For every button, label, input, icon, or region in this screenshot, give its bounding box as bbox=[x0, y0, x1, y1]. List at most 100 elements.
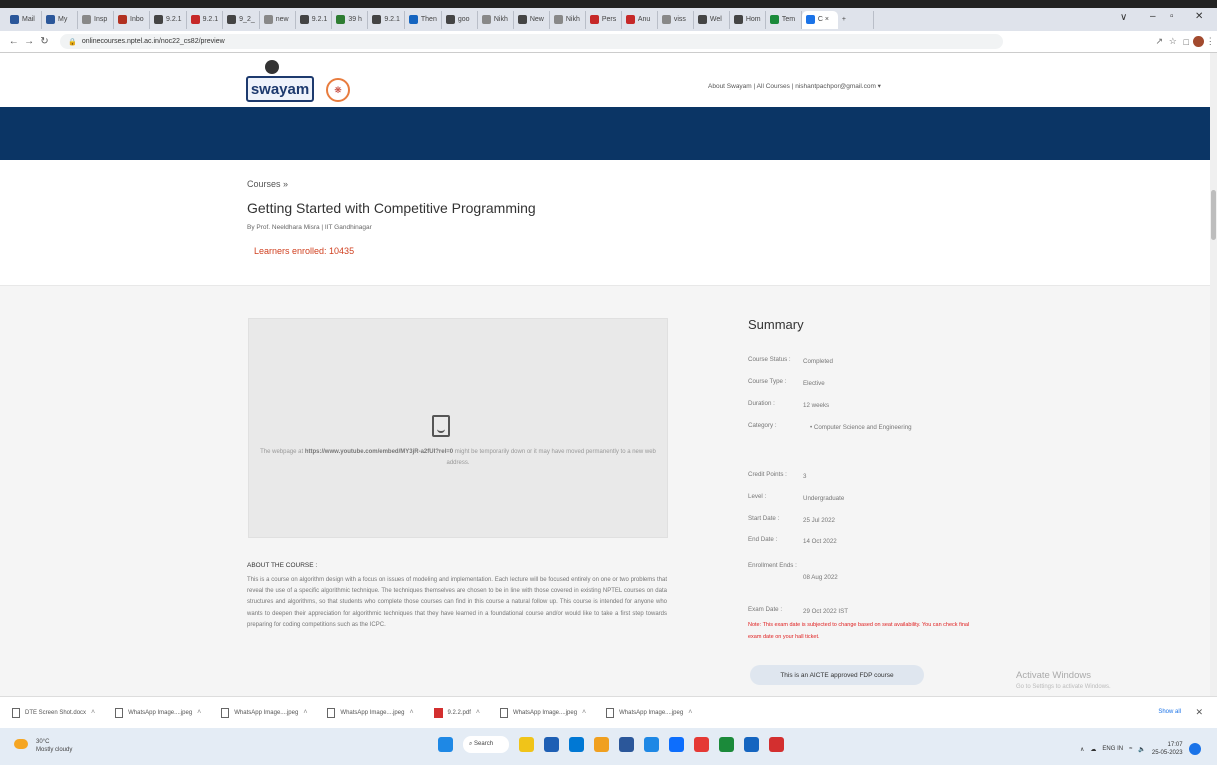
summary-value: • Computer Science and Engineering bbox=[810, 424, 912, 431]
browser-tab[interactable]: 9_2_ bbox=[223, 10, 260, 29]
notification-icon[interactable] bbox=[1188, 743, 1201, 755]
download-item[interactable]: WhatsApp Image....jpeg ˄ bbox=[327, 707, 414, 718]
download-item[interactable]: WhatsApp Image....jpeg ˄ bbox=[606, 707, 692, 718]
taskbar-app-icon[interactable] bbox=[744, 737, 759, 752]
windows-start-icon[interactable] bbox=[438, 737, 453, 752]
clock-date: 25-05-2023 bbox=[1151, 750, 1183, 756]
download-bar: DTE Screen Shot.docx ˄ WhatsApp Image....j… bbox=[0, 696, 1217, 728]
browser-tab[interactable]: Mail bbox=[6, 10, 42, 29]
taskbar-app-icon[interactable] bbox=[569, 737, 584, 752]
browser-tab[interactable]: goo bbox=[442, 10, 478, 29]
language-indicator[interactable]: ENG IN bbox=[1102, 746, 1123, 752]
taskbar-app-icon[interactable] bbox=[719, 737, 734, 752]
video-embed[interactable] bbox=[248, 318, 668, 538]
file-icon bbox=[500, 707, 508, 718]
file-icon bbox=[221, 707, 230, 718]
browser-tab[interactable]: Tem bbox=[766, 10, 802, 29]
page-title: Getting Started with Competitive Program… bbox=[247, 200, 536, 216]
swayam-logo[interactable]: swayam bbox=[246, 76, 314, 102]
close-download-bar-icon[interactable]: ✕ bbox=[1195, 707, 1203, 718]
browser-tab[interactable]: Inbo bbox=[114, 10, 150, 29]
minimize-icon[interactable]: – bbox=[1150, 11, 1156, 22]
tab-label: 9.2.1 bbox=[202, 16, 219, 23]
page-scrollbar[interactable] bbox=[1210, 53, 1217, 696]
new-tab-button[interactable]: + bbox=[838, 10, 874, 29]
download-item[interactable]: 9.2.2.pdf ˄ bbox=[433, 707, 480, 718]
browser-tab[interactable]: 9.2.1 bbox=[296, 10, 333, 29]
profile-avatar[interactable] bbox=[1192, 36, 1204, 47]
show-all-button[interactable]: Show all bbox=[1158, 709, 1181, 715]
taskbar-app-icon[interactable] bbox=[594, 737, 609, 752]
browser-tab[interactable]: Nikh bbox=[550, 10, 586, 29]
chevron-up-icon[interactable]: ˄ bbox=[582, 709, 586, 716]
taskbar-search[interactable]: ⌕ Search bbox=[463, 736, 509, 753]
tab-label: 39 h bbox=[348, 16, 362, 23]
share-icon[interactable]: ↗ bbox=[1153, 36, 1166, 47]
taskbar-app-icon[interactable] bbox=[544, 737, 559, 752]
browser-tab-active[interactable]: C × bbox=[801, 10, 838, 29]
browser-tab[interactable]: 39 h bbox=[332, 10, 369, 29]
taskbar-app-icon[interactable] bbox=[644, 737, 659, 752]
summary-key: Duration : bbox=[748, 400, 775, 407]
tab-favicon-icon bbox=[517, 15, 527, 24]
maximize-icon[interactable]: ▫ bbox=[1170, 11, 1174, 22]
back-icon[interactable]: ← bbox=[6, 36, 21, 47]
clock[interactable]: 17:07 25-05-2023 bbox=[1152, 741, 1183, 757]
exam-note: Note: This exam date is subjected to cha… bbox=[748, 622, 970, 640]
close-window-icon[interactable]: ✕ bbox=[1195, 11, 1203, 22]
browser-tab[interactable]: Then bbox=[405, 10, 442, 29]
summary-key: Start Date : bbox=[748, 515, 780, 522]
taskbar-app-icon[interactable] bbox=[669, 737, 684, 752]
browser-tab[interactable]: Insp bbox=[78, 10, 114, 29]
browser-tab[interactable]: new bbox=[260, 10, 296, 29]
chevron-up-icon[interactable]: ˄ bbox=[91, 709, 95, 716]
tray-cloud-icon[interactable]: ☁ bbox=[1090, 746, 1096, 753]
summary-key: Enrollment Ends : bbox=[748, 562, 797, 569]
chevron-up-icon[interactable]: ˄ bbox=[197, 709, 201, 716]
browser-tab[interactable]: New bbox=[514, 10, 550, 29]
summary-value: 14 Oct 2022 bbox=[803, 538, 837, 545]
tab-favicon-icon bbox=[336, 15, 346, 24]
breadcrumb[interactable]: Courses » bbox=[247, 179, 288, 189]
browser-tab[interactable]: My bbox=[42, 10, 78, 29]
browser-tab[interactable]: Pers bbox=[586, 10, 622, 29]
download-item[interactable]: WhatsApp Image....jpeg ˄ bbox=[221, 707, 307, 718]
menu-kebab-icon[interactable]: ⋮ bbox=[1204, 36, 1217, 47]
url-field[interactable]: 🔒 onlinecourses.nptel.ac.in/noc22_cs82/p… bbox=[60, 34, 1003, 49]
aicte-badge[interactable]: This is an AICTE approved FDP course bbox=[750, 665, 924, 685]
taskbar-app-icon[interactable] bbox=[694, 737, 709, 752]
browser-tab[interactable]: Wel bbox=[694, 10, 730, 29]
sidepanel-icon[interactable]: □ bbox=[1179, 37, 1192, 47]
browser-tab[interactable]: 9.2.1 bbox=[368, 10, 405, 29]
browser-tab[interactable]: viss bbox=[658, 10, 694, 29]
forward-icon[interactable]: → bbox=[21, 36, 36, 47]
address-bar: ← → ↻ 🔒 onlinecourses.nptel.ac.in/noc22_… bbox=[0, 31, 1217, 53]
weather-icon[interactable] bbox=[14, 739, 28, 749]
logo-mascot-icon bbox=[265, 60, 279, 74]
tab-search-icon[interactable]: ∨ bbox=[1120, 12, 1127, 23]
taskbar-app-icon[interactable] bbox=[769, 737, 784, 752]
weather-widget[interactable]: 30°C Mostly cloudy bbox=[36, 738, 72, 754]
top-links[interactable]: About Swayam | All Courses | nishantpach… bbox=[708, 82, 881, 90]
download-item[interactable]: DTE Screen Shot.docx ˄ bbox=[12, 707, 95, 718]
chevron-up-icon[interactable]: ˄ bbox=[303, 709, 307, 716]
scrollbar-thumb[interactable] bbox=[1211, 190, 1216, 240]
reload-icon[interactable]: ↻ bbox=[37, 36, 52, 47]
wifi-icon[interactable]: ≈ bbox=[1129, 746, 1132, 752]
speaker-icon[interactable]: 🔈 bbox=[1138, 746, 1145, 753]
taskbar-app-icon[interactable] bbox=[619, 737, 634, 752]
chevron-up-icon[interactable]: ˄ bbox=[409, 709, 413, 716]
tray-chevron-icon[interactable]: ∧ bbox=[1080, 746, 1084, 753]
browser-tab[interactable]: Anu bbox=[622, 10, 658, 29]
browser-tab[interactable]: Hom bbox=[730, 10, 766, 29]
browser-tab[interactable]: Nikh bbox=[478, 10, 514, 29]
download-item[interactable]: WhatsApp Image....jpeg ˄ bbox=[500, 707, 586, 718]
chevron-up-icon[interactable]: ˄ bbox=[476, 709, 480, 716]
summary-key: Exam Date : bbox=[748, 606, 783, 613]
taskbar-app-icon[interactable] bbox=[519, 737, 534, 752]
download-item[interactable]: WhatsApp Image....jpeg ˄ bbox=[115, 707, 201, 718]
bookmark-star-icon[interactable]: ☆ bbox=[1166, 36, 1179, 47]
browser-tab[interactable]: 9.2.1 bbox=[187, 10, 224, 29]
chevron-up-icon[interactable]: ˄ bbox=[688, 709, 692, 716]
browser-tab[interactable]: 9.2.1 bbox=[150, 10, 187, 29]
